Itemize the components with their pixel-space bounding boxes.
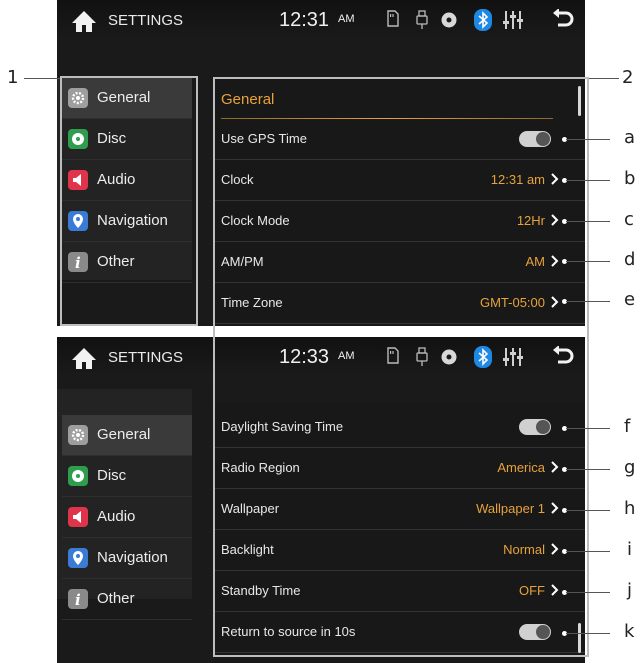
callout-leader: [566, 469, 610, 470]
usb-icon: [416, 10, 428, 29]
sidebar-item-label: Audio: [97, 508, 136, 525]
sidebar-item-general[interactable]: General: [62, 415, 192, 456]
sidebar-item-label: General: [97, 426, 151, 443]
callout-label-i: i: [627, 539, 633, 560]
back-arrow-icon[interactable]: [552, 9, 574, 31]
callout-label-b: b: [624, 168, 636, 189]
callout-label-h: h: [624, 498, 636, 519]
callout-leader: [589, 78, 619, 79]
sidebar-highlight-frame: [60, 76, 198, 326]
location-pin-icon: [68, 548, 88, 568]
sidebar-item-label: Other: [97, 590, 135, 607]
callout-label-j: j: [627, 580, 633, 601]
callout-leader: [566, 551, 610, 552]
svg-text:i: i: [75, 591, 81, 609]
callout-leader: [566, 139, 610, 140]
status-bar: SETTINGS 12:31 AM: [57, 0, 585, 42]
equalizer-icon[interactable]: [502, 10, 524, 30]
sidebar-item-other[interactable]: i Other: [62, 579, 192, 620]
sidebar-item-disc[interactable]: Disc: [62, 456, 192, 497]
panel-highlight-frame: [213, 77, 589, 657]
callout-leader: [566, 221, 610, 222]
speaker-icon: [68, 507, 88, 527]
sidebar-item-audio[interactable]: Audio: [62, 497, 192, 538]
callout-leader: [566, 180, 610, 181]
callout-label-e: e: [624, 289, 636, 310]
page-title: SETTINGS: [108, 349, 184, 366]
callout-label-k: k: [624, 621, 635, 642]
callout-label-1: 1: [7, 67, 19, 88]
sidebar-item-label: Navigation: [97, 549, 168, 566]
callout-leader: [24, 78, 60, 79]
clock-ampm: AM: [338, 13, 355, 25]
callout-leader: [566, 510, 610, 511]
callout-label-2: 2: [622, 67, 634, 88]
callout-label-c: c: [624, 209, 634, 230]
callout-leader: [566, 428, 610, 429]
home-icon[interactable]: [71, 346, 97, 370]
clock-time: 12:31: [279, 9, 330, 31]
sidebar-item-label: Disc: [97, 467, 127, 484]
gear-icon: [68, 425, 88, 445]
callout-label-a: a: [624, 127, 636, 148]
disc-icon: [441, 12, 457, 28]
callout-label-f: f: [624, 416, 631, 437]
callout-leader: [566, 633, 610, 634]
sd-card-icon: [387, 10, 399, 27]
sidebar-item-navigation[interactable]: Navigation: [62, 538, 192, 579]
info-icon: i: [68, 589, 88, 609]
callout-label-g: g: [624, 457, 636, 478]
home-icon[interactable]: [71, 9, 97, 33]
callout-label-d: d: [624, 249, 636, 270]
callout-leader: [566, 261, 610, 262]
callout-leader: [566, 592, 610, 593]
bluetooth-icon: [474, 9, 492, 31]
page-title: SETTINGS: [108, 12, 184, 29]
callout-leader: [566, 301, 610, 302]
disc-icon: [68, 466, 88, 486]
